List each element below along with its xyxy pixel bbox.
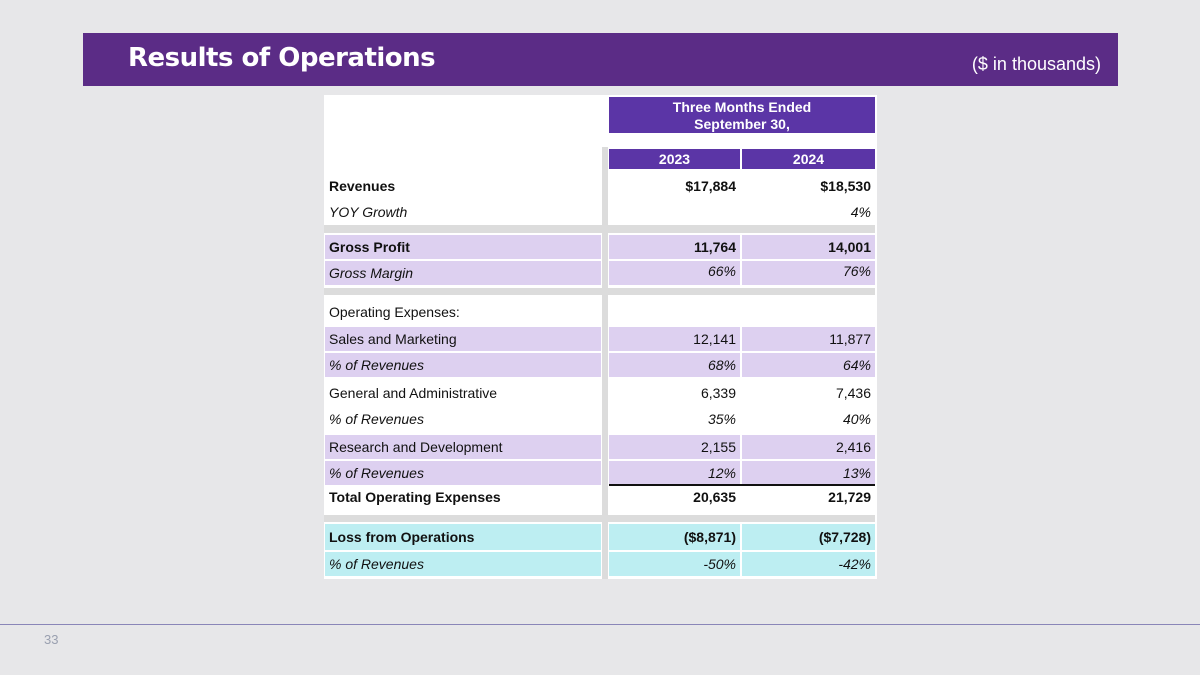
units-note: ($ in thousands) <box>971 54 1101 74</box>
period-header: Three Months Ended September 30, <box>609 97 875 133</box>
value-2024: 13% <box>742 461 875 485</box>
row-label: Research and Development <box>325 435 601 459</box>
value-2023: 12,141 <box>609 327 740 351</box>
value-2023: 66% <box>609 261 740 285</box>
year-header-2024: 2024 <box>742 149 875 169</box>
row-label: Revenues <box>329 178 396 194</box>
title-bar: Results of Operations ($ in thousands) <box>83 33 1118 86</box>
financial-table: Three Months Ended September 30, 2023 20… <box>324 95 877 579</box>
row-label: Gross Margin <box>325 261 601 285</box>
value-2024: 14,001 <box>742 235 875 259</box>
row-label: % of Revenues <box>325 552 601 576</box>
period-header-line1: Three Months Ended <box>672 99 812 115</box>
period-header-line2: September 30, <box>694 116 790 132</box>
value-2023: 20,635 <box>693 489 736 505</box>
value-2024: 40% <box>842 411 871 427</box>
slide-title: Results of Operations <box>128 43 436 73</box>
value-2024: ($7,728) <box>742 524 875 550</box>
row-label: Operating Expenses: <box>329 304 460 320</box>
value-2023 <box>609 301 740 323</box>
value-2023: ($8,871) <box>609 524 740 550</box>
value-2024: 11,877 <box>742 327 875 351</box>
value-2023: 35% <box>707 411 736 427</box>
row-label: General and Administrative <box>329 385 498 401</box>
row-label: Sales and Marketing <box>325 327 601 351</box>
value-2024: 64% <box>742 353 875 377</box>
row-label: % of Revenues <box>325 461 601 485</box>
value-2023: 6,339 <box>700 385 736 401</box>
value-2024: 2,416 <box>742 435 875 459</box>
value-2023 <box>609 201 740 223</box>
row-label: Loss from Operations <box>325 524 601 550</box>
row-separator <box>324 515 875 522</box>
value-2024: 7,436 <box>835 385 871 401</box>
value-2024: 21,729 <box>828 489 871 505</box>
row-label: YOY Growth <box>329 204 408 220</box>
value-2023: $17,884 <box>685 178 736 194</box>
page-number: 33 <box>44 632 59 647</box>
total-rule <box>609 484 875 486</box>
row-separator <box>324 225 875 233</box>
year-header-2023: 2023 <box>609 149 740 169</box>
row-label: Gross Profit <box>325 235 601 259</box>
value-2024 <box>742 301 875 323</box>
row-label: Total Operating Expenses <box>329 489 501 505</box>
value-2024: $18,530 <box>820 178 871 194</box>
value-2024: 76% <box>742 261 875 285</box>
value-2023: -50% <box>609 552 740 576</box>
value-2023: 2,155 <box>609 435 740 459</box>
value-2023: 68% <box>609 353 740 377</box>
footer-divider <box>0 624 1200 625</box>
value-2023: 11,764 <box>609 235 740 259</box>
row-label: % of Revenues <box>329 411 424 427</box>
row-separator <box>324 288 875 295</box>
value-2024: 4% <box>850 204 871 220</box>
value-2023: 12% <box>609 461 740 485</box>
value-2024: -42% <box>742 552 875 576</box>
row-label: % of Revenues <box>325 353 601 377</box>
